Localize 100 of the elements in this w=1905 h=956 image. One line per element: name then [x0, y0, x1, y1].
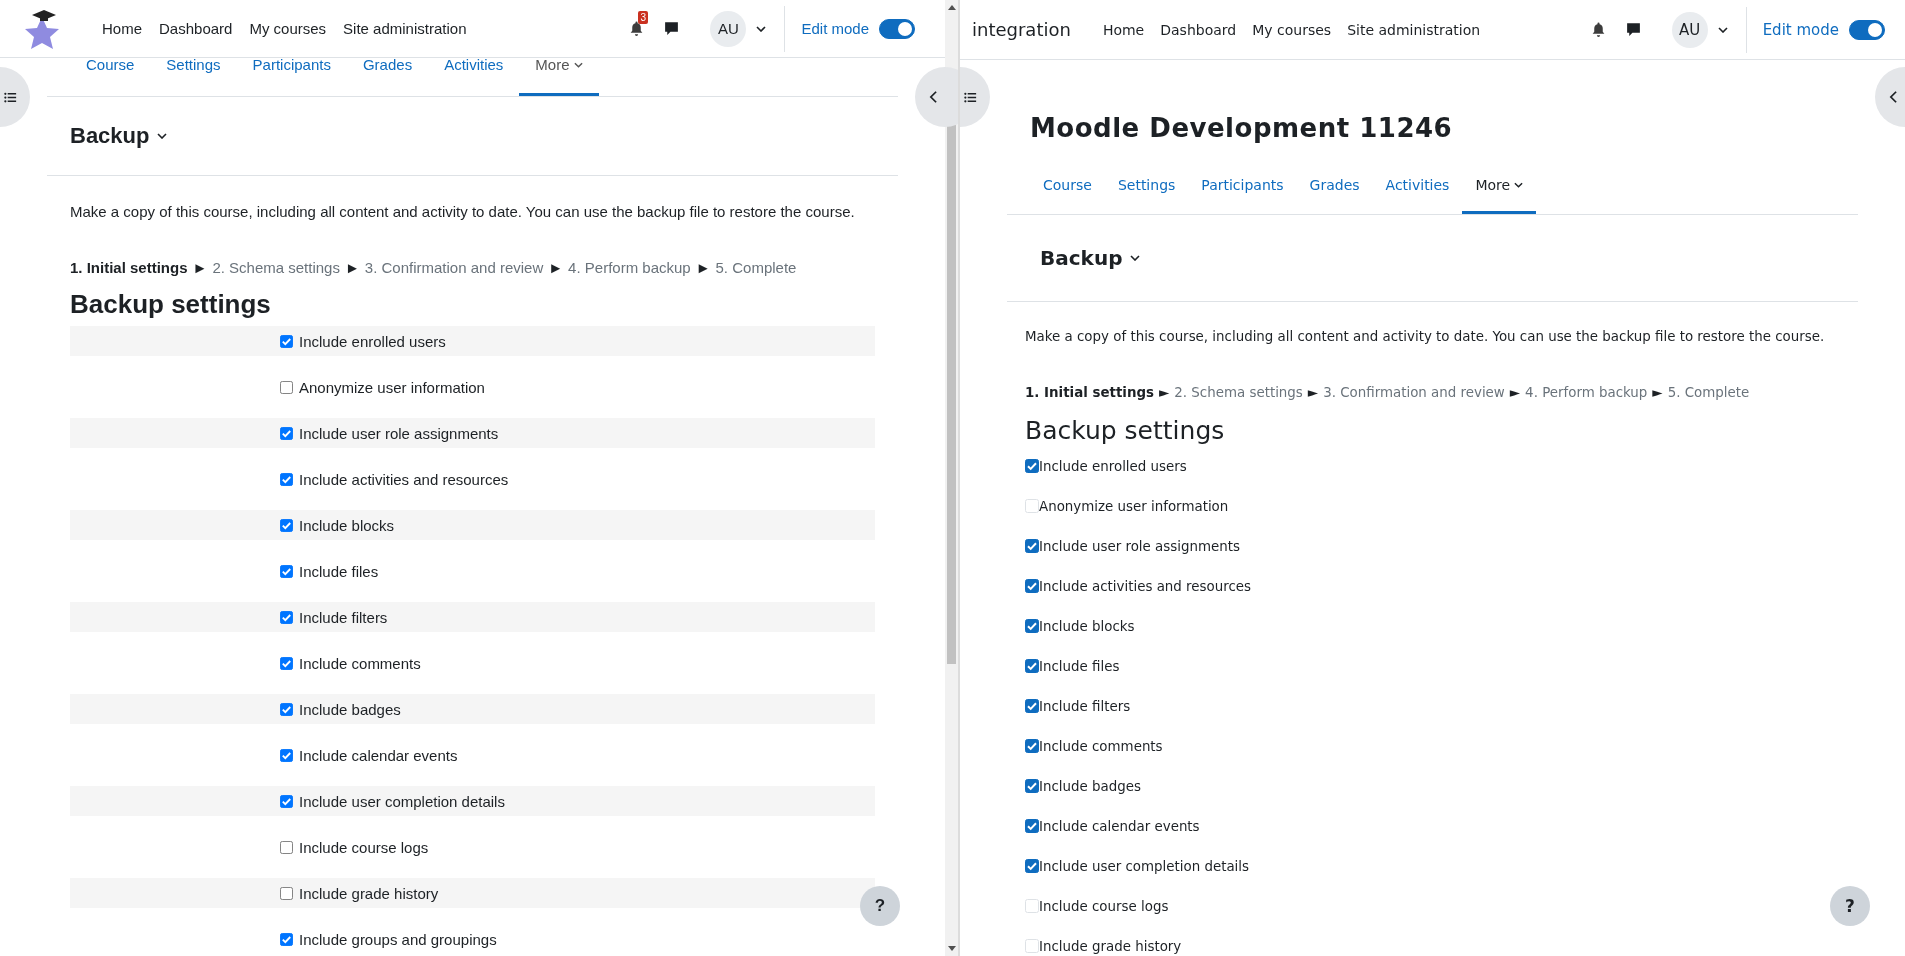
checkbox[interactable] — [1025, 539, 1039, 553]
nav-link[interactable]: Home — [102, 20, 142, 37]
tab[interactable]: Participants — [236, 58, 347, 96]
caret-icon[interactable] — [1514, 181, 1524, 188]
tab[interactable]: Grades — [1296, 158, 1373, 214]
setting-label[interactable]: Include calendar events — [299, 746, 458, 764]
setting-label[interactable]: Include user role assignments — [299, 424, 499, 442]
checkbox[interactable] — [1025, 659, 1039, 673]
checkbox[interactable] — [1025, 779, 1039, 793]
nav-link[interactable]: Site administration — [343, 20, 467, 37]
setting-label[interactable]: Include files — [1039, 658, 1120, 674]
edit-mode-toggle[interactable] — [1849, 19, 1885, 40]
user-avatar[interactable]: AU — [1671, 11, 1708, 48]
setting-label[interactable]: Include user completion details — [299, 792, 505, 810]
setting-label[interactable]: Include calendar events — [1039, 818, 1200, 834]
tab[interactable]: Grades — [346, 58, 429, 96]
edit-mode-label: Edit mode — [1762, 20, 1839, 39]
checkbox[interactable] — [280, 518, 293, 532]
nav-link[interactable]: Home — [1102, 21, 1145, 38]
setting-label[interactable]: Include comments — [1039, 738, 1163, 754]
tab[interactable]: Activities — [1372, 158, 1463, 214]
checkbox[interactable] — [280, 656, 293, 670]
description-text: Make a copy of this course, including all content and activity to date. You can use the backup file to restore the course. — [70, 202, 856, 222]
nav-link[interactable]: Dashboard — [1160, 21, 1237, 38]
tab[interactable]: Settings — [1104, 158, 1189, 214]
setting-label[interactable]: Include grade history — [299, 884, 439, 902]
tab[interactable]: Course — [70, 58, 151, 96]
checkbox[interactable] — [280, 932, 293, 946]
setting-label[interactable]: Include enrolled users — [299, 332, 446, 350]
section-title: Backup settings — [1025, 415, 1226, 447]
chevron-left-icon[interactable] — [929, 90, 938, 104]
setting-label[interactable]: Include activities and resources — [1039, 578, 1251, 594]
caret-icon[interactable] — [1717, 26, 1728, 33]
checkbox[interactable] — [1025, 699, 1039, 713]
checkbox[interactable] — [280, 610, 293, 624]
checkbox[interactable] — [1025, 859, 1039, 873]
setting-label[interactable]: Include enrolled users — [1039, 458, 1187, 474]
setting-label[interactable]: Include filters — [299, 608, 388, 626]
setting-label[interactable]: Include course logs — [1039, 898, 1169, 914]
checkbox[interactable] — [280, 472, 293, 486]
setting-label[interactable]: Include files — [299, 562, 379, 580]
setting-label[interactable]: Include filters — [1039, 698, 1131, 714]
setting-label[interactable]: Include comments — [299, 654, 421, 672]
checkbox[interactable] — [1025, 579, 1039, 593]
edit-mode-toggle[interactable] — [879, 18, 915, 39]
checkbox[interactable] — [280, 748, 293, 762]
tab[interactable]: Course — [1030, 158, 1105, 214]
site-name[interactable]: integration — [972, 19, 1071, 40]
tab[interactable]: More — [519, 58, 599, 96]
tab[interactable]: Participants — [1188, 158, 1297, 214]
nav-link[interactable]: My courses — [1252, 21, 1332, 38]
tab[interactable]: Settings — [150, 58, 237, 96]
nav-link[interactable]: Site administration — [1347, 21, 1481, 38]
checkbox[interactable] — [280, 564, 293, 578]
setting-label[interactable]: Include badges — [299, 700, 401, 718]
scroll-up-icon[interactable] — [947, 4, 956, 10]
help-button[interactable]: ? — [860, 886, 900, 926]
setting-label[interactable]: Include grade history — [1039, 938, 1182, 954]
setting-label[interactable]: Include blocks — [299, 516, 395, 534]
chat-icon[interactable] — [663, 20, 681, 37]
checkbox[interactable] — [280, 840, 293, 854]
checkbox[interactable] — [280, 380, 293, 394]
caret-icon[interactable] — [756, 25, 767, 32]
setting-label[interactable]: Anonymize user information — [299, 378, 485, 396]
checkbox[interactable] — [1025, 739, 1039, 753]
checkbox[interactable] — [1025, 459, 1039, 473]
checkbox[interactable] — [280, 886, 293, 900]
notification-count: 3 — [638, 11, 648, 24]
setting-label[interactable]: Include activities and resources — [299, 470, 509, 488]
checkbox[interactable] — [280, 334, 293, 348]
checkbox[interactable] — [280, 702, 293, 716]
setting-label[interactable]: Anonymize user information — [1039, 498, 1229, 514]
checkbox[interactable] — [280, 426, 293, 440]
setting-label[interactable]: Include blocks — [1039, 618, 1135, 634]
scroll-down-icon[interactable] — [947, 946, 956, 952]
setting-label[interactable]: Include groups and groupings — [299, 930, 497, 948]
caret-icon[interactable] — [157, 133, 168, 139]
chat-icon[interactable] — [1624, 21, 1642, 38]
course-title: Moodle Development 11246 — [1030, 112, 1454, 145]
user-avatar[interactable]: AU — [710, 10, 747, 47]
checkbox[interactable] — [280, 794, 293, 808]
checkbox[interactable] — [1025, 819, 1039, 833]
setting-label[interactable]: Include course logs — [299, 838, 429, 856]
nav-link[interactable]: Dashboard — [159, 20, 233, 37]
step-label: 4. Perform backup — [568, 258, 691, 278]
tab[interactable]: More — [1462, 158, 1537, 214]
caret-icon[interactable] — [573, 62, 583, 68]
step-separator: ► — [1307, 384, 1319, 402]
setting-label[interactable]: Include user completion details — [1039, 858, 1250, 874]
nav-link[interactable]: My courses — [249, 20, 327, 37]
caret-icon[interactable] — [1130, 255, 1141, 261]
page-heading[interactable]: Backup — [70, 123, 150, 149]
page-heading[interactable]: Backup — [1040, 246, 1123, 270]
checkbox[interactable] — [1025, 619, 1039, 633]
setting-label[interactable]: Include user role assignments — [1039, 538, 1240, 554]
help-button[interactable]: ? — [1830, 886, 1870, 926]
setting-label[interactable]: Include badges — [1039, 778, 1141, 794]
chevron-left-icon[interactable] — [1889, 90, 1898, 104]
tab[interactable]: Activities — [428, 58, 520, 96]
scrollbar[interactable] — [945, 0, 958, 956]
